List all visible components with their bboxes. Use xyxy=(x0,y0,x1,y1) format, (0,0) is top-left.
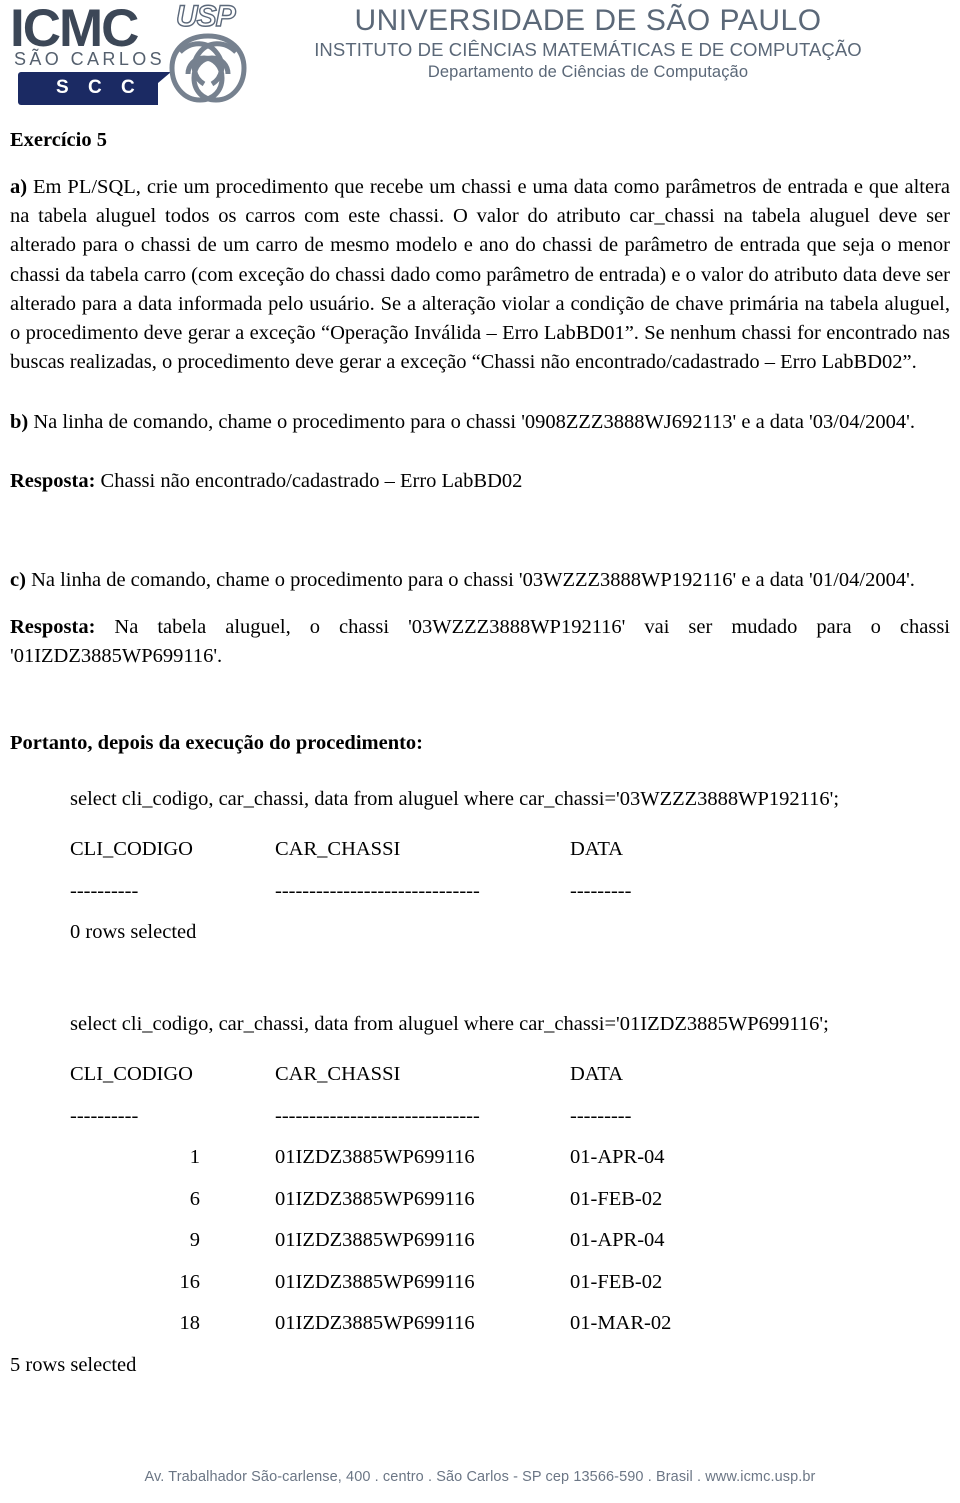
cell-data: 01-MAR-02 xyxy=(570,1312,672,1335)
table-row: 1 01IZDZ3885WP699116 01-APR-04 xyxy=(70,1147,671,1189)
item-c-label: c) xyxy=(10,569,26,592)
usp-celtic-knot-icon xyxy=(169,33,247,103)
university-name: UNIVERSIDADE DE SÃO PAULO xyxy=(354,4,822,37)
item-c-answer-text: Na tabela aluguel, o chassi '03WZZZ3888W… xyxy=(10,615,950,668)
table-header-row: CLI_CODIGO CAR_CHASSI DATA xyxy=(70,839,631,881)
query-2-statement: select cli_codigo, car_chassi, data from… xyxy=(70,1012,829,1035)
icmc-logo-text: ICMC xyxy=(10,0,139,58)
table-row: 16 01IZDZ3885WP699116 01-FEB-02 xyxy=(70,1270,671,1314)
column-header-car-chassi: CAR_CHASSI xyxy=(275,838,401,861)
item-a-text: Em PL/SQL, crie um procedimento que rece… xyxy=(10,175,950,374)
cell-cli-codigo: 1 xyxy=(189,1146,200,1169)
exercise-title: Exercício 5 xyxy=(10,129,107,151)
after-execution-note-text: Portanto, depois da execução do procedim… xyxy=(10,732,424,755)
cell-cli-codigo: 18 xyxy=(179,1312,201,1335)
query-block-2: select cli_codigo, car_chassi, data from… xyxy=(10,1012,950,1377)
item-a-label: a) xyxy=(10,175,28,198)
cell-car-chassi: 01IZDZ3885WP699116 xyxy=(275,1146,475,1169)
table-row: 9 01IZDZ3885WP699116 01-APR-04 xyxy=(70,1230,671,1272)
rule-cli-codigo: ---------- xyxy=(70,1104,139,1127)
cell-data: 01-APR-04 xyxy=(570,1146,665,1169)
scc-badge-text: S C C xyxy=(56,77,142,98)
rule-data: --------- xyxy=(570,879,632,902)
usp-knot-logo: USP xyxy=(156,1,260,110)
column-header-data: DATA xyxy=(570,1063,624,1086)
department-name: Departamento de Ciências de Computação xyxy=(427,62,749,81)
item-b-answer: Resposta: Chassi não encontrado/cadastra… xyxy=(10,467,950,496)
table-header-row: CLI_CODIGO CAR_CHASSI DATA xyxy=(70,1064,671,1106)
item-c-text: Na linha de comando, chame o procediment… xyxy=(25,569,915,592)
page-header: ICMC SÃO CARLOS S C C USP UNIVERSIDADE D… xyxy=(0,0,960,112)
item-c-answer-label: Resposta: xyxy=(10,615,96,638)
rule-cli-codigo: ---------- xyxy=(70,879,139,902)
cell-car-chassi: 01IZDZ3885WP699116 xyxy=(275,1270,475,1293)
cell-cli-codigo: 16 xyxy=(179,1270,201,1293)
column-header-data: DATA xyxy=(570,838,624,861)
item-c-answer: Resposta: Na tabela aluguel, o chassi '0… xyxy=(10,613,950,672)
sao-carlos-logo-text: SÃO CARLOS xyxy=(14,49,166,69)
cell-car-chassi: 01IZDZ3885WP699116 xyxy=(275,1187,475,1210)
item-c-paragraph: c) Na linha de comando, chame o procedim… xyxy=(10,566,950,595)
item-b-label: b) xyxy=(10,410,29,433)
table-rule-row: ---------- -----------------------------… xyxy=(70,879,632,923)
cell-data: 01-APR-04 xyxy=(570,1229,665,1252)
cell-car-chassi: 01IZDZ3885WP699116 xyxy=(275,1229,475,1252)
item-b-answer-label: Resposta: xyxy=(10,470,96,493)
item-a-paragraph: a) Em PL/SQL, crie um procedimento que r… xyxy=(10,173,950,378)
rule-data: --------- xyxy=(570,1104,632,1127)
query-1-result-table: CLI_CODIGO CAR_CHASSI DATA ---------- --… xyxy=(70,839,631,922)
cell-car-chassi: 01IZDZ3885WP699116 xyxy=(275,1312,475,1335)
cell-data: 01-FEB-02 xyxy=(570,1187,663,1210)
page-footer-address: Av. Trabalhador São-carlense, 400 . cent… xyxy=(144,1469,816,1485)
cell-cli-codigo: 6 xyxy=(189,1187,200,1210)
query-1-statement: select cli_codigo, car_chassi, data from… xyxy=(70,787,840,810)
table-rule-row: ---------- -----------------------------… xyxy=(70,1104,671,1148)
item-b-paragraph: b) Na linha de comando, chame o procedim… xyxy=(10,408,950,437)
query-1-rows-selected: 0 rows selected xyxy=(70,921,197,944)
rule-car-chassi: ------------------------------ xyxy=(275,879,480,902)
cell-data: 01-FEB-02 xyxy=(570,1270,663,1293)
table-row: 6 01IZDZ3885WP699116 01-FEB-02 xyxy=(70,1187,671,1231)
rule-car-chassi: ------------------------------ xyxy=(275,1104,480,1127)
after-execution-note: Portanto, depois da execução do procedim… xyxy=(10,729,950,758)
item-b-text: Na linha de comando, chame o procediment… xyxy=(28,410,915,433)
column-header-car-chassi: CAR_CHASSI xyxy=(275,1063,401,1086)
icmc-usp-logo: ICMC SÃO CARLOS S C C USP xyxy=(8,0,260,110)
institution-titles: UNIVERSIDADE DE SÃO PAULO INSTITUTO DE C… xyxy=(268,4,908,83)
institute-name: INSTITUTO DE CIÊNCIAS MATEMÁTICAS E DE C… xyxy=(314,38,862,60)
query-2-rows-selected: 5 rows selected xyxy=(10,1353,137,1376)
cell-cli-codigo: 9 xyxy=(189,1229,200,1252)
item-b-answer-text: Chassi não encontrado/cadastrado – Erro … xyxy=(95,470,523,493)
column-header-cli-codigo: CLI_CODIGO xyxy=(70,1063,193,1086)
table-row: 18 01IZDZ3885WP699116 01-MAR-02 xyxy=(70,1312,672,1355)
query-2-result-table: CLI_CODIGO CAR_CHASSI DATA ---------- --… xyxy=(70,1064,671,1355)
document-body: Exercício 5 a) Em PL/SQL, crie um proced… xyxy=(10,128,950,1376)
column-header-cli-codigo: CLI_CODIGO xyxy=(70,838,193,861)
query-block-1: select cli_codigo, car_chassi, data from… xyxy=(70,789,950,944)
